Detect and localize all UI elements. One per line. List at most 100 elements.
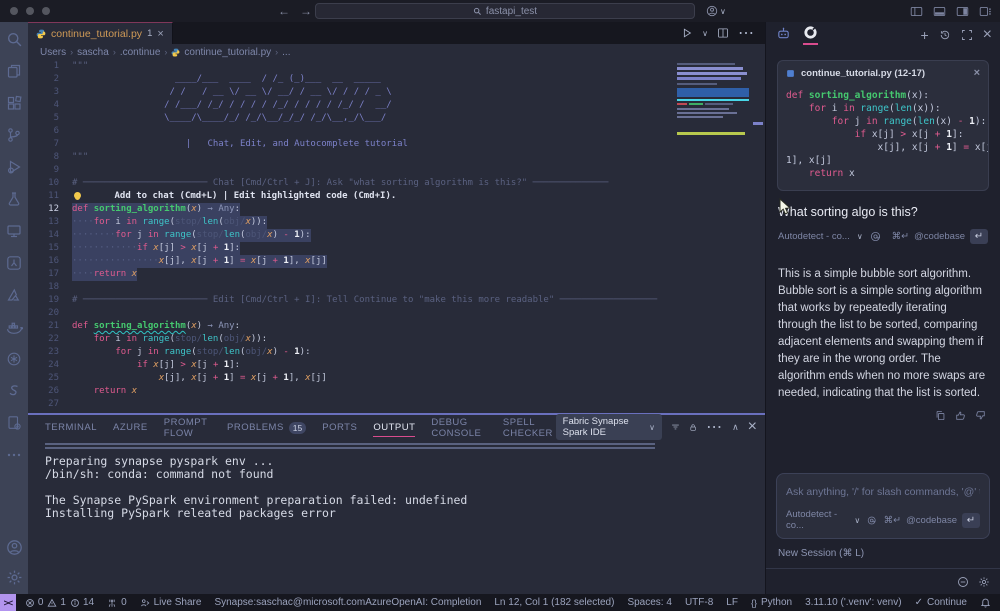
panel-tab-output[interactable]: OUTPUT (373, 418, 415, 437)
new-session-icon[interactable]: + (920, 27, 928, 43)
more-actions-icon[interactable]: ⋯ (738, 23, 755, 43)
ports-status[interactable]: 0 (107, 597, 127, 608)
docker-icon[interactable] (5, 318, 23, 336)
collapse-icon[interactable] (957, 576, 969, 588)
line-number: 22 (28, 333, 72, 346)
azure-account-status[interactable]: Synapse:saschac@microsoft.com (214, 597, 365, 608)
status-item-label: LF (726, 597, 738, 608)
search-icon[interactable] (5, 30, 23, 48)
run-options-chevron-icon[interactable]: ∨ (702, 29, 708, 38)
thumbs-up-icon[interactable] (955, 410, 966, 421)
status-item-lf[interactable]: LF (726, 597, 738, 608)
breadcrumb-item[interactable]: ... (282, 47, 290, 58)
more-icon[interactable] (5, 446, 23, 464)
panel-tab-spell-checker[interactable]: SPELL CHECKER (503, 413, 556, 442)
source-control-icon[interactable] (5, 126, 23, 144)
tab-jupyter-agent[interactable] (776, 26, 791, 44)
codebase-label[interactable]: @codebase (906, 515, 957, 526)
gear-icon[interactable] (978, 576, 990, 588)
toggle-panel-icon[interactable] (933, 5, 946, 18)
status-item-ln-12-col-1-182-selected[interactable]: Ln 12, Col 1 (182 selected) (494, 597, 614, 608)
settings-icon[interactable] (5, 568, 23, 586)
submit-button[interactable]: ↵ (970, 229, 988, 244)
split-editor-icon[interactable] (717, 27, 729, 39)
status-item-azureopenai-completion[interactable]: AzureOpenAI: Completion (365, 597, 481, 608)
lock-icon[interactable] (689, 422, 697, 433)
breadcrumb-item[interactable]: sascha (77, 47, 109, 58)
azure-icon[interactable] (5, 286, 23, 304)
extensions-icon[interactable] (5, 94, 23, 112)
breadcrumb[interactable]: Users›sascha›.continue›continue_tutorial… (28, 44, 765, 60)
panel-tab-prompt-flow[interactable]: PROMPT FLOW (164, 413, 211, 442)
nav-back-icon[interactable]: ← (278, 4, 290, 18)
new-session-link[interactable]: New Session (⌘ L) (778, 548, 988, 559)
remote-indicator[interactable]: >< (0, 594, 16, 611)
prompt-flow-icon[interactable] (5, 254, 23, 272)
filter-icon[interactable] (671, 421, 680, 433)
submit-button[interactable]: ↵ (962, 513, 980, 528)
files-icon[interactable] (5, 62, 23, 80)
panel-tab-debug-console[interactable]: DEBUG CONSOLE (431, 413, 487, 442)
minimize-window-icon[interactable] (26, 7, 34, 15)
account-icon[interactable] (5, 538, 23, 556)
nav-forward-icon[interactable]: → (300, 4, 312, 18)
remote-icon[interactable] (5, 222, 23, 240)
tab-continue-tutorial[interactable]: continue_tutorial.py 1 × (28, 22, 173, 44)
close-window-icon[interactable] (10, 7, 18, 15)
panel-tab-azure[interactable]: AZURE (113, 418, 148, 436)
status-item-python[interactable]: {}Python (751, 597, 792, 608)
command-search-box[interactable]: fastapi_test (315, 3, 695, 19)
chat-input-box[interactable]: Autodetect - co... ∨ ⌘↵ @codebase ↵ (776, 473, 990, 539)
at-mention-icon[interactable] (870, 231, 881, 242)
breadcrumb-item[interactable]: .continue (120, 47, 161, 58)
panel-tab-ports[interactable]: PORTS (322, 418, 357, 436)
copy-icon[interactable] (935, 410, 946, 421)
api-doc-icon[interactable] (5, 414, 23, 432)
remove-context-icon[interactable]: × (974, 67, 980, 79)
history-icon[interactable] (939, 29, 951, 41)
testing-icon[interactable] (5, 190, 23, 208)
model-select[interactable]: Autodetect - co... (786, 509, 847, 531)
panel-tab-terminal[interactable]: TERMINAL (45, 418, 97, 436)
debug-icon[interactable] (5, 158, 23, 176)
maximize-panel-icon[interactable]: ∧ (732, 422, 739, 433)
status-item-utf-8[interactable]: UTF-8 (685, 597, 713, 608)
breadcrumb-item[interactable]: continue_tutorial.py (184, 47, 271, 58)
toggle-secondary-sidebar-icon[interactable] (956, 5, 969, 18)
status-item-bell[interactable] (980, 597, 991, 608)
kubernetes-icon[interactable] (5, 350, 23, 368)
output-divider (45, 443, 655, 445)
problems-status[interactable]: 0 1 14 (25, 597, 94, 608)
thumbs-down-icon[interactable] (975, 410, 986, 421)
close-panel-icon[interactable]: × (748, 418, 757, 436)
profile-menu[interactable]: ∨ (706, 5, 726, 17)
customize-layout-icon[interactable] (979, 5, 992, 18)
live-share-status[interactable]: Live Share (140, 597, 202, 608)
codebase-label[interactable]: @codebase (914, 231, 965, 242)
zoom-window-icon[interactable] (42, 7, 50, 15)
run-file-icon[interactable] (681, 27, 693, 39)
model-select[interactable]: Autodetect - co... (778, 231, 850, 242)
toggle-sidebar-icon[interactable] (910, 5, 923, 18)
status-item-continue[interactable]: ✓Continue (915, 597, 967, 608)
output-channel-select[interactable]: Fabric Synapse Spark IDE ∨ (556, 414, 662, 440)
tab-continue[interactable] (803, 25, 818, 45)
status-item-spaces-4[interactable]: Spaces: 4 (627, 597, 671, 608)
panel-tab-problems[interactable]: PROBLEMS15 (227, 418, 306, 437)
close-tab-icon[interactable]: × (157, 28, 163, 40)
fullscreen-icon[interactable] (961, 29, 973, 41)
chevron-down-icon[interactable]: ∨ (854, 516, 860, 525)
at-mention-icon[interactable] (867, 515, 876, 526)
breadcrumb-item[interactable]: Users (40, 47, 66, 58)
synapse-icon[interactable] (5, 382, 23, 400)
chat-input[interactable] (786, 486, 980, 498)
code-line: 23 for j in range(stop/len(obj/x) - 1): (28, 346, 765, 359)
output-content[interactable]: Preparing synapse pyspark env .../bin/sh… (28, 439, 765, 520)
close-panel-icon[interactable]: × (983, 26, 992, 44)
code-editor[interactable]: 1"""2 ____/___ ____ / /_ (_)___ __ _____… (28, 60, 765, 413)
context-code-card[interactable]: continue_tutorial.py (12-17) × def sorti… (777, 60, 989, 191)
status-item-3-11-10-venv-venv[interactable]: 3.11.10 ('.venv': venv) (805, 597, 901, 608)
more-actions-icon[interactable]: ⋯ (706, 417, 723, 437)
chevron-down-icon[interactable]: ∨ (857, 232, 863, 241)
window-controls[interactable] (10, 7, 50, 15)
